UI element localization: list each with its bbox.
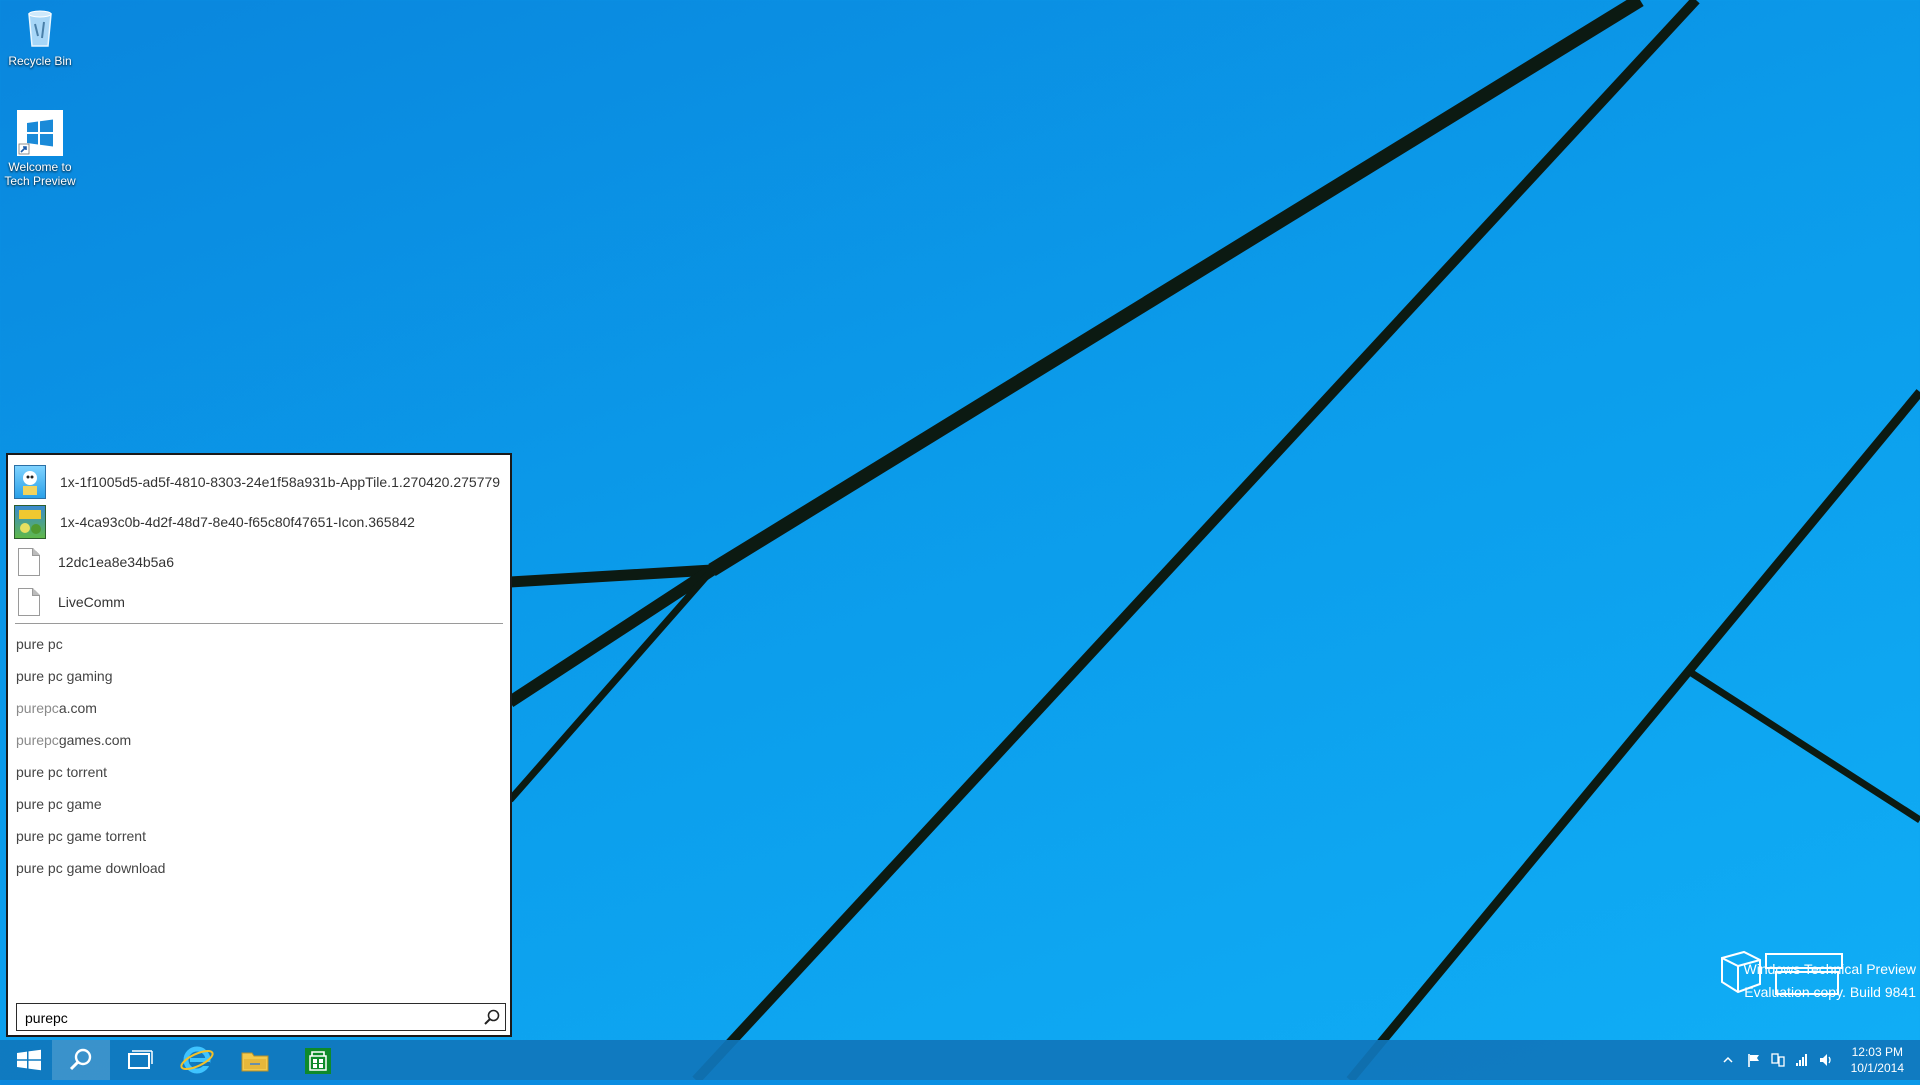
- internet-explorer-icon: [180, 1046, 214, 1074]
- task-view-icon: [128, 1050, 153, 1069]
- taskbar: 12:03 PM 10/1/2014: [0, 1040, 1920, 1080]
- search-result-label: 1x-4ca93c0b-4d2f-48d7-8e40-f65c80f47651-…: [60, 514, 415, 530]
- search-query-text: purepc: [25, 1010, 68, 1026]
- app-icon: [14, 505, 46, 539]
- file-icon: [18, 588, 40, 616]
- internet-explorer-button[interactable]: [168, 1040, 226, 1080]
- search-result-item[interactable]: 1x-4ca93c0b-4d2f-48d7-8e40-f65c80f47651-…: [14, 503, 508, 541]
- task-view-button[interactable]: [110, 1040, 168, 1080]
- desktop-icon-label-line1: Welcome to: [8, 160, 72, 174]
- search-result-item[interactable]: LiveComm: [14, 583, 508, 621]
- clock-date: 10/1/2014: [1850, 1061, 1904, 1075]
- search-suggestion[interactable]: pure pc game torrent: [16, 823, 146, 849]
- windows-logo-icon: [17, 110, 63, 156]
- search-panel: 1x-1f1005d5-ad5f-4810-8303-24e1f58a931b-…: [6, 453, 512, 1037]
- search-icon: [69, 1048, 92, 1071]
- results-divider: [15, 623, 503, 624]
- search-icon[interactable]: [483, 1008, 501, 1026]
- search-result-label: LiveComm: [58, 594, 125, 610]
- search-result-label: 12dc1ea8e34b5a6: [58, 554, 175, 570]
- search-result-label: 1x-1f1005d5-ad5f-4810-8303-24e1f58a931b-…: [60, 474, 501, 490]
- watermark-line1: Windows Technical Preview: [1743, 961, 1916, 977]
- store-icon: [305, 1048, 331, 1074]
- file-icon: [18, 548, 40, 576]
- search-suggestion[interactable]: purepca.com: [16, 695, 97, 721]
- network-icon[interactable]: [1770, 1052, 1786, 1068]
- search-button[interactable]: [52, 1040, 110, 1080]
- search-suggestion[interactable]: pure pc torrent: [16, 759, 107, 785]
- show-hidden-icons-icon[interactable]: [1720, 1052, 1736, 1068]
- windows-logo-icon: [17, 1049, 41, 1071]
- desktop-icon-label-line2: Tech Preview: [4, 174, 76, 188]
- file-explorer-button[interactable]: [226, 1040, 284, 1080]
- search-suggestion[interactable]: purepcgames.com: [16, 727, 131, 753]
- clock-time: 12:03 PM: [1851, 1045, 1903, 1059]
- search-suggestion[interactable]: pure pc game: [16, 791, 102, 817]
- search-result-item[interactable]: 1x-1f1005d5-ad5f-4810-8303-24e1f58a931b-…: [14, 463, 508, 501]
- start-button[interactable]: [0, 1040, 58, 1080]
- search-suggestion[interactable]: pure pc game download: [16, 855, 165, 881]
- desktop-icon-welcome[interactable]: Welcome to Tech Preview: [0, 110, 80, 188]
- app-tile-icon: [14, 465, 46, 499]
- volume-icon[interactable]: [1818, 1052, 1834, 1068]
- action-center-flag-icon[interactable]: [1746, 1052, 1762, 1068]
- folder-icon: [241, 1052, 269, 1072]
- search-suggestion[interactable]: pure pc gaming: [16, 663, 113, 689]
- search-result-item[interactable]: 12dc1ea8e34b5a6: [14, 543, 508, 581]
- recycle-bin-icon: [18, 6, 62, 50]
- search-input[interactable]: purepc: [16, 1003, 506, 1031]
- clock[interactable]: 12:03 PM 10/1/2014: [1851, 1044, 1904, 1076]
- watermark-line2: Evaluation copy. Build 9841: [1744, 984, 1916, 1000]
- desktop-icon-recycle-bin[interactable]: Recycle Bin: [0, 6, 80, 68]
- search-suggestion[interactable]: pure pc: [16, 631, 63, 657]
- signal-icon[interactable]: [1794, 1052, 1810, 1068]
- build-watermark: Windows Technical Preview Evaluation cop…: [1744, 958, 1916, 1004]
- store-button[interactable]: [290, 1040, 348, 1080]
- desktop-icon-label: Recycle Bin: [8, 54, 72, 68]
